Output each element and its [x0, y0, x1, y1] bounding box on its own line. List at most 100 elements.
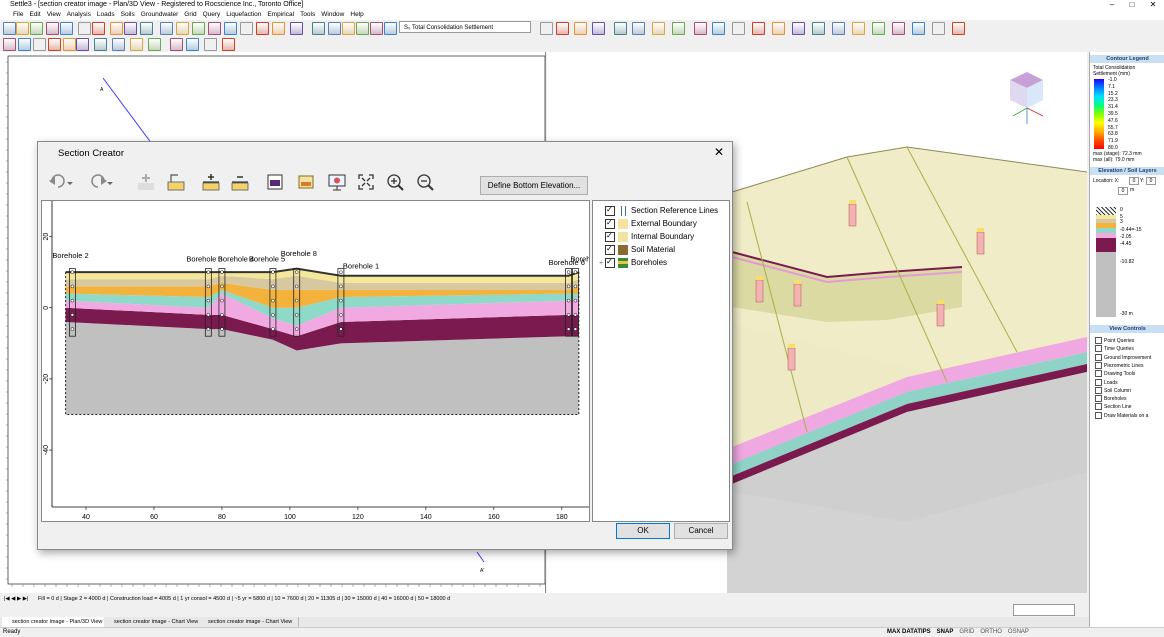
toolbar-icon[interactable] [63, 38, 76, 51]
status-toggle[interactable]: GRID [959, 629, 974, 635]
toolbar-icon[interactable] [46, 22, 59, 35]
toolbar-icon[interactable] [256, 22, 269, 35]
toolbar-icon[interactable] [772, 22, 785, 35]
section-chart[interactable]: 40 60 80 100 120 140 160 180 20 0 -20 -40 Borehole 2… [41, 200, 590, 522]
toolbar-icon[interactable] [632, 22, 645, 35]
menu-file[interactable]: File [13, 11, 23, 18]
view-control-item[interactable]: Soil Column [1095, 386, 1131, 394]
layer-tree-item[interactable]: External Boundary [599, 217, 697, 230]
toolbar-icon[interactable] [76, 38, 89, 51]
minimize-button[interactable]: – [1102, 0, 1122, 10]
toolbar-icon[interactable] [540, 22, 553, 35]
layer-tree-item[interactable]: Soil Material [599, 243, 675, 256]
toolbar-icon[interactable] [832, 22, 845, 35]
toolbar-icon[interactable] [732, 22, 745, 35]
toolbar-icon[interactable] [792, 22, 805, 35]
toolbar-icon[interactable] [272, 22, 285, 35]
menu-groundwater[interactable]: Groundwater [141, 11, 179, 18]
layer-checkbox[interactable] [605, 230, 615, 242]
layer-tree-item[interactable]: +Boreholes [599, 256, 667, 270]
view-control-item[interactable]: Draw Materials on a [1095, 411, 1148, 419]
toolbar-icon[interactable] [16, 22, 29, 35]
doc-tab[interactable]: section creator image - Chart View [104, 617, 206, 627]
status-toggle[interactable]: OSNAP [1008, 629, 1029, 635]
toolbar-icon[interactable] [652, 22, 665, 35]
toolbar-icon[interactable] [672, 22, 685, 35]
close-window-button[interactable]: ✕ [1143, 0, 1163, 10]
checkbox[interactable] [1095, 378, 1102, 386]
toolbar-icon[interactable] [94, 38, 107, 51]
toolbar-icon[interactable] [356, 22, 369, 35]
toolbar-icon[interactable] [312, 22, 325, 35]
view-control-item[interactable]: Time Queries [1095, 345, 1134, 353]
status-toggle[interactable]: ORTHO [980, 629, 1002, 635]
toolbar-icon[interactable] [370, 22, 383, 35]
toolbar-icon[interactable] [3, 38, 16, 51]
toolbar-icon[interactable] [148, 38, 161, 51]
toolbar-icon[interactable] [48, 38, 61, 51]
location-z-input[interactable]: 0 [1118, 187, 1128, 195]
zoom-extents-icon[interactable] [356, 172, 376, 192]
stage-bar[interactable]: |◀ ◀ ▶ ▶| Fill = 0 d | Stage 2 = 4000 d … [0, 594, 1089, 604]
view-controls-header[interactable]: View Controls [1090, 325, 1164, 333]
toolbar-icon[interactable] [892, 22, 905, 35]
delete-layer-icon[interactable] [230, 172, 250, 192]
toolbar-icon[interactable] [384, 22, 397, 35]
toolbar-icon[interactable] [30, 22, 43, 35]
menu-tools[interactable]: Tools [300, 11, 315, 18]
checkbox[interactable] [1095, 386, 1102, 394]
menu-window[interactable]: Window [321, 11, 344, 18]
toolbar-icon[interactable] [932, 22, 945, 35]
result-type-select[interactable]: S₀ Total Consolidation Settlement [399, 21, 531, 33]
elevation-header[interactable]: Elevation / Soil Layers [1090, 167, 1164, 175]
toolbar-icon[interactable] [952, 22, 965, 35]
layer-checkbox[interactable] [605, 217, 615, 229]
toolbar-icon[interactable] [592, 22, 605, 35]
toolbar-icon[interactable] [18, 38, 31, 51]
checkbox[interactable] [1095, 361, 1102, 369]
toolbar-icon[interactable] [614, 22, 627, 35]
menu-loads[interactable]: Loads [97, 11, 115, 18]
define-bottom-elevation-button[interactable]: Define Bottom Elevation... [480, 176, 588, 195]
toolbar-icon[interactable] [192, 22, 205, 35]
menu-help[interactable]: Help [350, 11, 363, 18]
toolbar-icon[interactable] [712, 22, 725, 35]
toolbar-icon[interactable] [812, 22, 825, 35]
stage-list[interactable]: Fill = 0 d | Stage 2 = 4000 d | Construc… [38, 596, 450, 602]
toolbar-icon[interactable] [92, 22, 105, 35]
toolbar-icon[interactable] [130, 38, 143, 51]
checkbox[interactable] [1095, 370, 1102, 378]
toolbar-icon[interactable] [3, 22, 16, 35]
checkbox[interactable] [1095, 411, 1102, 419]
layer-checkbox[interactable] [605, 243, 615, 255]
view-control-item[interactable]: Boreholes [1095, 395, 1127, 403]
menu-liquefaction[interactable]: Liquefaction [226, 11, 261, 18]
menu-query[interactable]: Query [203, 11, 221, 18]
checkbox[interactable] [1095, 353, 1102, 361]
view-control-item[interactable]: Section Line [1095, 403, 1132, 411]
layer-checkbox[interactable] [605, 204, 615, 216]
toolbar-icon[interactable] [574, 22, 587, 35]
menu-view[interactable]: View [47, 11, 61, 18]
layer-tree-item[interactable]: Section Reference Lines [599, 204, 718, 217]
location-x-input[interactable]: 0 [1129, 177, 1139, 185]
toolbar-icon[interactable] [33, 38, 46, 51]
zoom-out-icon[interactable] [415, 172, 435, 192]
menu-grid[interactable]: Grid [184, 11, 196, 18]
undo-icon[interactable] [48, 172, 73, 192]
location-y-input[interactable]: 0 [1146, 177, 1156, 185]
toolbar-icon[interactable] [176, 22, 189, 35]
add-boundary-icon[interactable] [136, 172, 156, 192]
toolbar-icon[interactable] [160, 22, 173, 35]
dialog-close-button[interactable]: ✕ [712, 145, 726, 159]
view-control-item[interactable]: Ground Improvement [1095, 353, 1151, 361]
contour-legend-header[interactable]: Contour Legend [1090, 55, 1164, 63]
export-image-icon[interactable] [296, 172, 316, 192]
toolbar-icon[interactable] [342, 22, 355, 35]
toolbar-icon[interactable] [556, 22, 569, 35]
toolbar-icon[interactable] [124, 22, 137, 35]
status-toggle[interactable]: SNAP [937, 629, 954, 635]
menu-analysis[interactable]: Analysis [67, 11, 91, 18]
view-control-item[interactable]: Drawing Tools [1095, 370, 1135, 378]
menu-soils[interactable]: Soils [121, 11, 135, 18]
